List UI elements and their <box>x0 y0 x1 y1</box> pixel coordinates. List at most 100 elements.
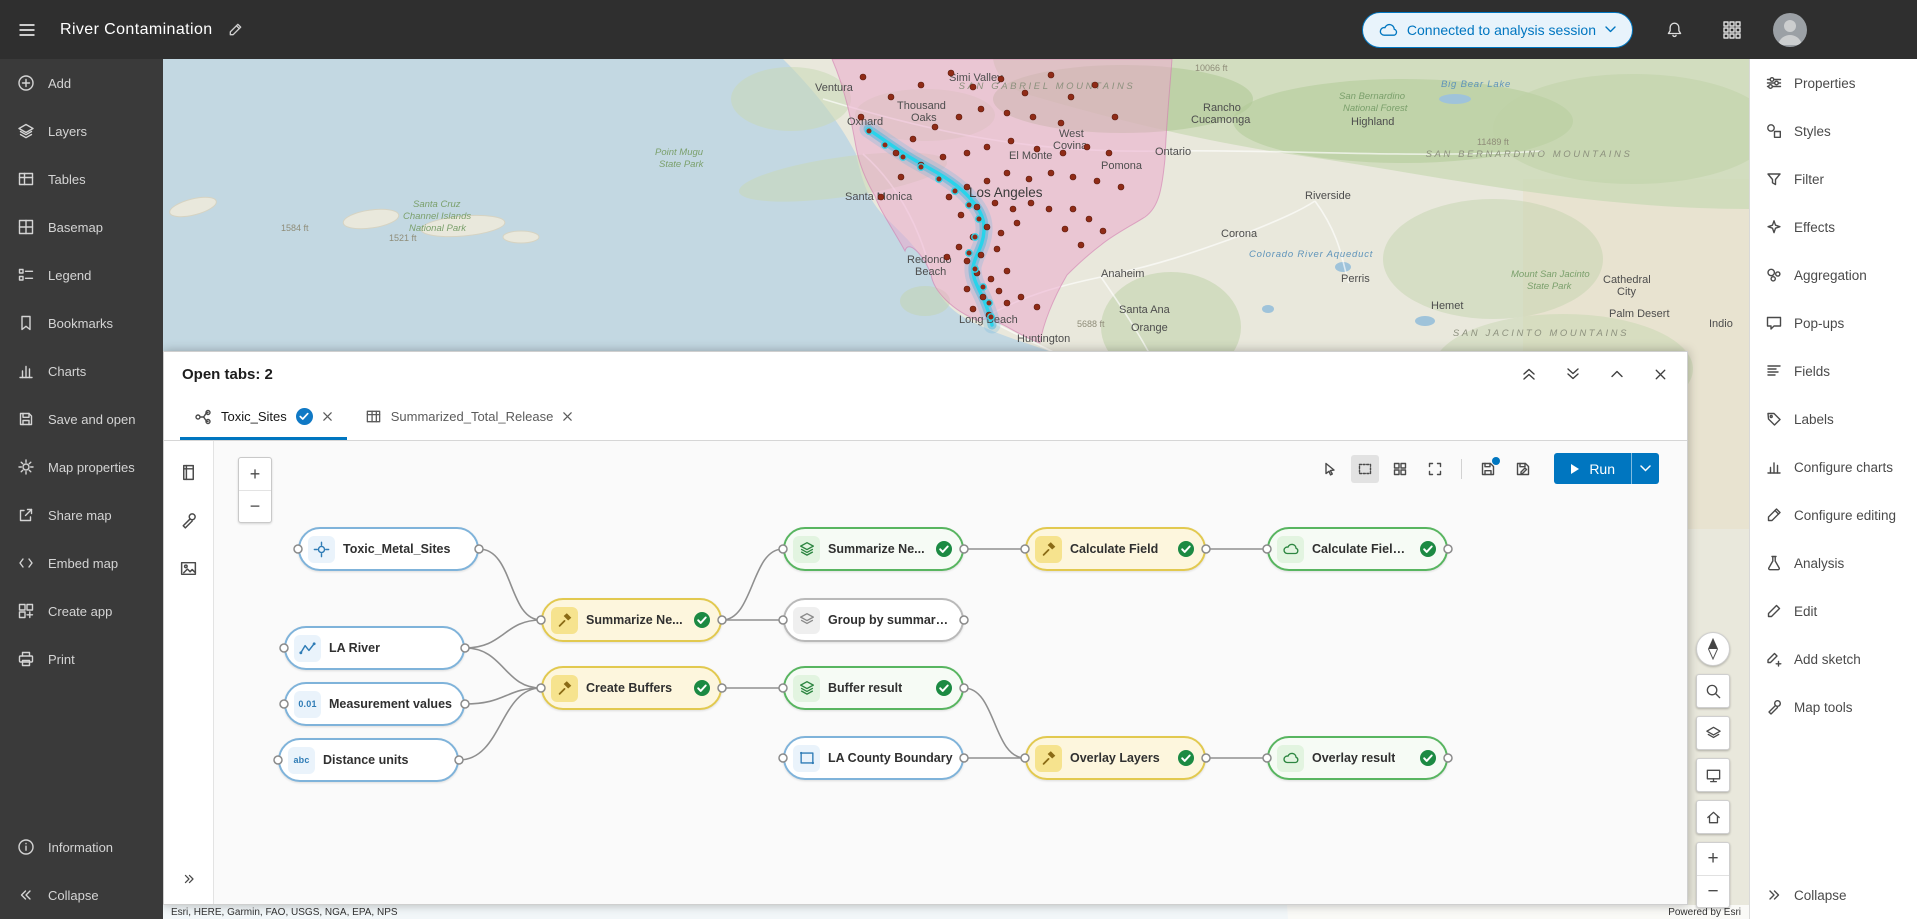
model-node-buffer-result[interactable]: Buffer result <box>783 666 964 710</box>
panel-item-analysis[interactable]: Analysis <box>1750 539 1917 587</box>
menu-icon[interactable] <box>0 0 54 59</box>
sidebar-item-print[interactable]: Print <box>0 635 163 683</box>
toxic-site-dot <box>952 188 958 194</box>
map-zoom-out-button[interactable]: − <box>1697 875 1729 907</box>
panel-item-label: Filter <box>1794 172 1824 187</box>
sidebar-item-bookmarks[interactable]: Bookmarks <box>0 299 163 347</box>
panel-item-configure-editing[interactable]: Configure editing <box>1750 491 1917 539</box>
analysis-session-button[interactable]: Connected to analysis session <box>1362 12 1633 48</box>
panel-item-aggregation[interactable]: Aggregation <box>1750 251 1917 299</box>
sidebar-item-tables[interactable]: Tables <box>0 155 163 203</box>
tag-icon <box>1765 410 1783 428</box>
model-node-summarize-nearby-tool[interactable]: Summarize Ne... <box>541 598 722 642</box>
panel-item-effects[interactable]: Effects <box>1750 203 1917 251</box>
model-node-distance-units[interactable]: abc Distance units <box>278 738 459 782</box>
sidebar-item-legend[interactable]: Legend <box>0 251 163 299</box>
toxic-site-dot <box>944 254 950 260</box>
tab-toxic-sites[interactable]: Toxic_Sites <box>180 396 347 440</box>
expand-strip-double-chevron-icon[interactable] <box>172 862 206 896</box>
toxic-site-dot <box>1008 138 1014 144</box>
sidebar-item-layers[interactable]: Layers <box>0 107 163 155</box>
panel-item-styles[interactable]: Styles <box>1750 107 1917 155</box>
tab-close-icon[interactable] <box>562 411 573 422</box>
sidebar-item-embed-map[interactable]: Embed map <box>0 539 163 587</box>
notebook-icon[interactable] <box>172 455 206 489</box>
toxic-site-dot <box>858 114 864 120</box>
model-node-la-river[interactable]: LA River <box>284 626 465 670</box>
model-node-summarize-result[interactable]: Summarize Ne... <box>783 527 964 571</box>
sidebar-item-basemap[interactable]: Basemap <box>0 203 163 251</box>
model-node-toxic-metal-sites[interactable]: Toxic_Metal_Sites <box>298 527 479 571</box>
marquee-select-icon[interactable] <box>1351 455 1379 483</box>
panel-item-popups[interactable]: Pop-ups <box>1750 299 1917 347</box>
panel-item-filter[interactable]: Filter <box>1750 155 1917 203</box>
model-node-group-by-summary[interactable]: Group by summary t... <box>783 598 964 642</box>
compass-button[interactable] <box>1696 632 1730 666</box>
save-as-model-icon[interactable] <box>1509 455 1537 483</box>
panel-item-fields[interactable]: Fields <box>1750 347 1917 395</box>
arcgis-map-viewer: { "topbar": { "title": "River Contaminat… <box>0 0 1917 919</box>
edit-title-pencil-icon[interactable] <box>227 21 244 38</box>
sidebar-item-information[interactable]: Information <box>0 823 163 871</box>
success-check-icon <box>1177 540 1195 558</box>
right-panel-collapse-button[interactable]: Collapse <box>1750 871 1917 919</box>
fit-to-view-icon[interactable] <box>1421 455 1449 483</box>
panel-item-edit[interactable]: Edit <box>1750 587 1917 635</box>
notifications-bell-icon[interactable] <box>1657 13 1691 47</box>
sidebar-item-save-and-open[interactable]: Save and open <box>0 395 163 443</box>
tab-summarized-total-release[interactable]: Summarized_Total_Release <box>351 396 588 440</box>
sidebar-item-map-properties[interactable]: Map properties <box>0 443 163 491</box>
model-node-la-county-boundary[interactable]: LA County Boundary <box>783 736 964 780</box>
model-zoom-out-button[interactable]: − <box>239 490 271 522</box>
panel-item-map-tools[interactable]: Map tools <box>1750 683 1917 731</box>
pencil-icon <box>1765 602 1783 620</box>
tools-wrench-icon[interactable] <box>172 503 206 537</box>
model-node-measurement-values[interactable]: 0.01 Measurement values <box>284 682 465 726</box>
sidebar-collapse-button[interactable]: Collapse <box>0 871 163 919</box>
sidebar-item-share-map[interactable]: Share map <box>0 491 163 539</box>
sidebar-item-create-app[interactable]: Create app <box>0 587 163 635</box>
sidebar-label: Information <box>48 840 113 855</box>
image-icon[interactable] <box>172 551 206 585</box>
point-layer-icon <box>308 536 335 563</box>
panel-item-properties[interactable]: Properties <box>1750 59 1917 107</box>
sidebar-item-add[interactable]: Add <box>0 59 163 107</box>
model-zoom-in-button[interactable]: + <box>239 458 271 490</box>
expand-all-down-icon[interactable] <box>1564 365 1582 383</box>
toxic-site-dot <box>972 234 978 240</box>
toxic-site-dot <box>1010 206 1016 212</box>
run-button[interactable]: Run <box>1554 453 1631 484</box>
collapse-all-up-icon[interactable] <box>1520 365 1538 383</box>
panel-item-configure-charts[interactable]: Configure charts <box>1750 443 1917 491</box>
polygon-layer-icon <box>793 745 820 772</box>
sidebar-item-charts[interactable]: Charts <box>0 347 163 395</box>
analysis-model-panel: Open tabs: 2 Toxic_Sites Summarized_T <box>163 351 1688 905</box>
user-avatar[interactable] <box>1773 13 1807 47</box>
hammer-tool-icon <box>1035 745 1062 772</box>
toxic-site-dot <box>998 76 1004 82</box>
app-launcher-grid-icon[interactable] <box>1715 13 1749 47</box>
hammer-tool-icon <box>1035 536 1062 563</box>
auto-layout-grid-icon[interactable] <box>1386 455 1414 483</box>
search-button[interactable] <box>1696 674 1730 708</box>
model-node-calculate-field-tool[interactable]: Calculate Field <box>1025 527 1206 571</box>
model-canvas[interactable]: Toxic_Metal_Sites LA River 0.01 Measurem… <box>214 441 1687 904</box>
map-zoom-in-button[interactable]: + <box>1697 843 1729 875</box>
sidebar-label: Legend <box>48 268 91 283</box>
save-model-icon[interactable] <box>1474 455 1502 483</box>
model-node-overlay-layers-tool[interactable]: Overlay Layers <box>1025 736 1206 780</box>
model-node-create-buffers-tool[interactable]: Create Buffers <box>541 666 722 710</box>
model-node-calculate-field-result[interactable]: Calculate Field ... <box>1267 527 1448 571</box>
collapse-panel-chevron-up-icon[interactable] <box>1608 365 1626 383</box>
panel-item-add-sketch[interactable]: Add sketch <box>1750 635 1917 683</box>
home-button[interactable] <box>1696 800 1730 834</box>
run-options-chevron[interactable] <box>1631 453 1659 484</box>
close-panel-icon[interactable] <box>1652 365 1669 383</box>
model-node-overlay-result[interactable]: Overlay result <box>1267 736 1448 780</box>
tab-close-icon[interactable] <box>322 411 333 422</box>
toxic-site-dot <box>958 212 964 218</box>
basemap-layers-button[interactable] <box>1696 716 1730 750</box>
panel-item-labels[interactable]: Labels <box>1750 395 1917 443</box>
screen-capture-button[interactable] <box>1696 758 1730 792</box>
pan-cursor-icon[interactable] <box>1316 455 1344 483</box>
